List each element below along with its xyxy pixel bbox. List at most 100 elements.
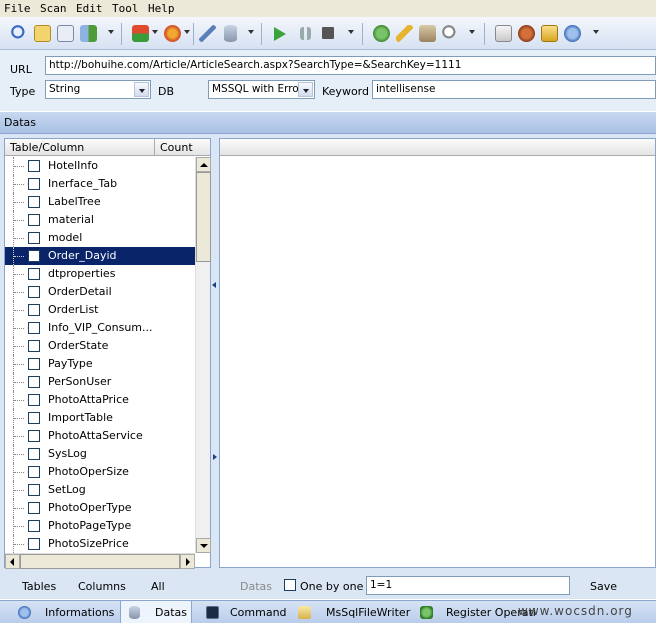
tree-row[interactable]: Inerface_Tab: [5, 175, 195, 193]
row-checkbox[interactable]: [28, 214, 40, 226]
scroll-hthumb[interactable]: [20, 554, 180, 569]
tree-row[interactable]: Info_VIP_Consum...: [5, 319, 195, 337]
row-checkbox[interactable]: [28, 466, 40, 478]
row-checkbox[interactable]: [28, 268, 40, 280]
row-checkbox[interactable]: [28, 160, 40, 172]
stop-icon[interactable]: [322, 27, 334, 39]
row-checkbox[interactable]: [28, 178, 40, 190]
tree-row[interactable]: ImportTable: [5, 409, 195, 427]
collapse-left-icon[interactable]: [212, 282, 216, 288]
sql-icon[interactable]: [57, 25, 74, 42]
tree-row[interactable]: PhotoSizePrice: [5, 535, 195, 553]
row-checkbox[interactable]: [28, 232, 40, 244]
row-checkbox[interactable]: [28, 520, 40, 532]
tree-row[interactable]: OrderDetail: [5, 283, 195, 301]
tree-row[interactable]: OrderState: [5, 337, 195, 355]
row-checkbox[interactable]: [28, 250, 40, 262]
export-icon[interactable]: [80, 25, 97, 42]
wrench-icon[interactable]: [199, 25, 216, 42]
info-icon[interactable]: [564, 25, 581, 42]
pause-icon[interactable]: [300, 27, 311, 40]
tree-row[interactable]: PhotoPageType: [5, 517, 195, 535]
tree-row[interactable]: PerSonUser: [5, 373, 195, 391]
document-icon[interactable]: [34, 25, 51, 42]
vertical-scrollbar[interactable]: [195, 157, 211, 553]
row-checkbox[interactable]: [28, 286, 40, 298]
condition-input[interactable]: 1=1: [366, 576, 570, 595]
chevron-down-icon[interactable]: [298, 82, 313, 97]
row-checkbox[interactable]: [28, 430, 40, 442]
tab-register-operation[interactable]: Register Operati: [414, 601, 536, 623]
menu-tool[interactable]: Tool: [112, 2, 139, 15]
tree-row[interactable]: dtproperties: [5, 265, 195, 283]
dropdown-icon[interactable]: [348, 30, 354, 34]
save-button[interactable]: Save: [590, 580, 617, 593]
row-checkbox[interactable]: [28, 376, 40, 388]
tree-row[interactable]: PhotoOperType: [5, 499, 195, 517]
row-checkbox[interactable]: [28, 340, 40, 352]
tree-row[interactable]: PhotoAttaPrice: [5, 391, 195, 409]
row-checkbox[interactable]: [28, 412, 40, 424]
keyword-input[interactable]: intellisense: [372, 80, 656, 99]
columns-button[interactable]: Columns: [78, 580, 126, 593]
dropdown-icon[interactable]: [469, 30, 475, 34]
horizontal-scrollbar[interactable]: [5, 553, 195, 569]
database-icon[interactable]: [224, 25, 237, 42]
tab-command[interactable]: Command: [198, 601, 290, 623]
tree-row[interactable]: LabelTree: [5, 193, 195, 211]
dropdown-icon[interactable]: [593, 30, 599, 34]
db-select[interactable]: MSSQL with Error: [208, 80, 315, 99]
row-checkbox[interactable]: [28, 394, 40, 406]
count-header[interactable]: Count: [160, 141, 193, 154]
tree-row[interactable]: PhotoAttaService: [5, 427, 195, 445]
url-input[interactable]: http://bohuihe.com/Article/ArticleSearch…: [45, 56, 656, 75]
tools-icon[interactable]: [419, 25, 436, 42]
row-checkbox[interactable]: [28, 448, 40, 460]
tree-row[interactable]: HotelInfo: [5, 157, 195, 175]
menu-help[interactable]: Help: [148, 2, 175, 15]
table-column-header[interactable]: Table/Column: [10, 141, 84, 154]
tree-row[interactable]: PayType: [5, 355, 195, 373]
one-by-one-checkbox[interactable]: [284, 579, 296, 591]
home-icon[interactable]: [495, 25, 512, 42]
row-checkbox[interactable]: [28, 358, 40, 370]
tree-row[interactable]: model: [5, 229, 195, 247]
tree-row[interactable]: material: [5, 211, 195, 229]
scroll-right-icon[interactable]: [180, 554, 195, 569]
dropdown-icon[interactable]: [152, 30, 158, 34]
tab-mssqlfilewriter[interactable]: MsSqlFileWriter: [292, 601, 410, 623]
chevron-down-icon[interactable]: [134, 82, 149, 97]
row-checkbox[interactable]: [28, 304, 40, 316]
scroll-down-icon[interactable]: [196, 538, 211, 553]
menu-scan[interactable]: Scan: [40, 2, 67, 15]
row-checkbox[interactable]: [28, 196, 40, 208]
tab-datas[interactable]: Datas: [120, 601, 192, 623]
scroll-left-icon[interactable]: [5, 554, 20, 569]
dropdown-icon[interactable]: [108, 30, 114, 34]
menu-edit[interactable]: Edit: [76, 2, 103, 15]
box-icon[interactable]: [541, 25, 558, 42]
tree-row[interactable]: OrderList: [5, 301, 195, 319]
tree-row[interactable]: SysLog: [5, 445, 195, 463]
new-icon[interactable]: [132, 25, 149, 42]
scroll-up-icon[interactable]: [196, 157, 211, 172]
key-icon[interactable]: [396, 25, 413, 42]
magnifier-icon[interactable]: [442, 25, 459, 42]
user-icon[interactable]: [518, 25, 535, 42]
check-icon[interactable]: [373, 25, 390, 42]
tree-row[interactable]: SetLog: [5, 481, 195, 499]
collapse-right-icon[interactable]: [213, 454, 217, 460]
search-icon[interactable]: [11, 25, 28, 42]
row-checkbox[interactable]: [28, 502, 40, 514]
type-select[interactable]: String: [45, 80, 151, 99]
tree-row[interactable]: PhotoOperSize: [5, 463, 195, 481]
tab-informations[interactable]: Informations: [0, 601, 120, 623]
play-icon[interactable]: [274, 27, 286, 41]
row-checkbox[interactable]: [28, 484, 40, 496]
datas-button[interactable]: Datas: [240, 580, 272, 593]
panel-splitter[interactable]: [211, 138, 219, 568]
tables-button[interactable]: Tables: [22, 580, 56, 593]
row-checkbox[interactable]: [28, 538, 40, 550]
row-checkbox[interactable]: [28, 322, 40, 334]
column-separator[interactable]: [154, 139, 155, 156]
